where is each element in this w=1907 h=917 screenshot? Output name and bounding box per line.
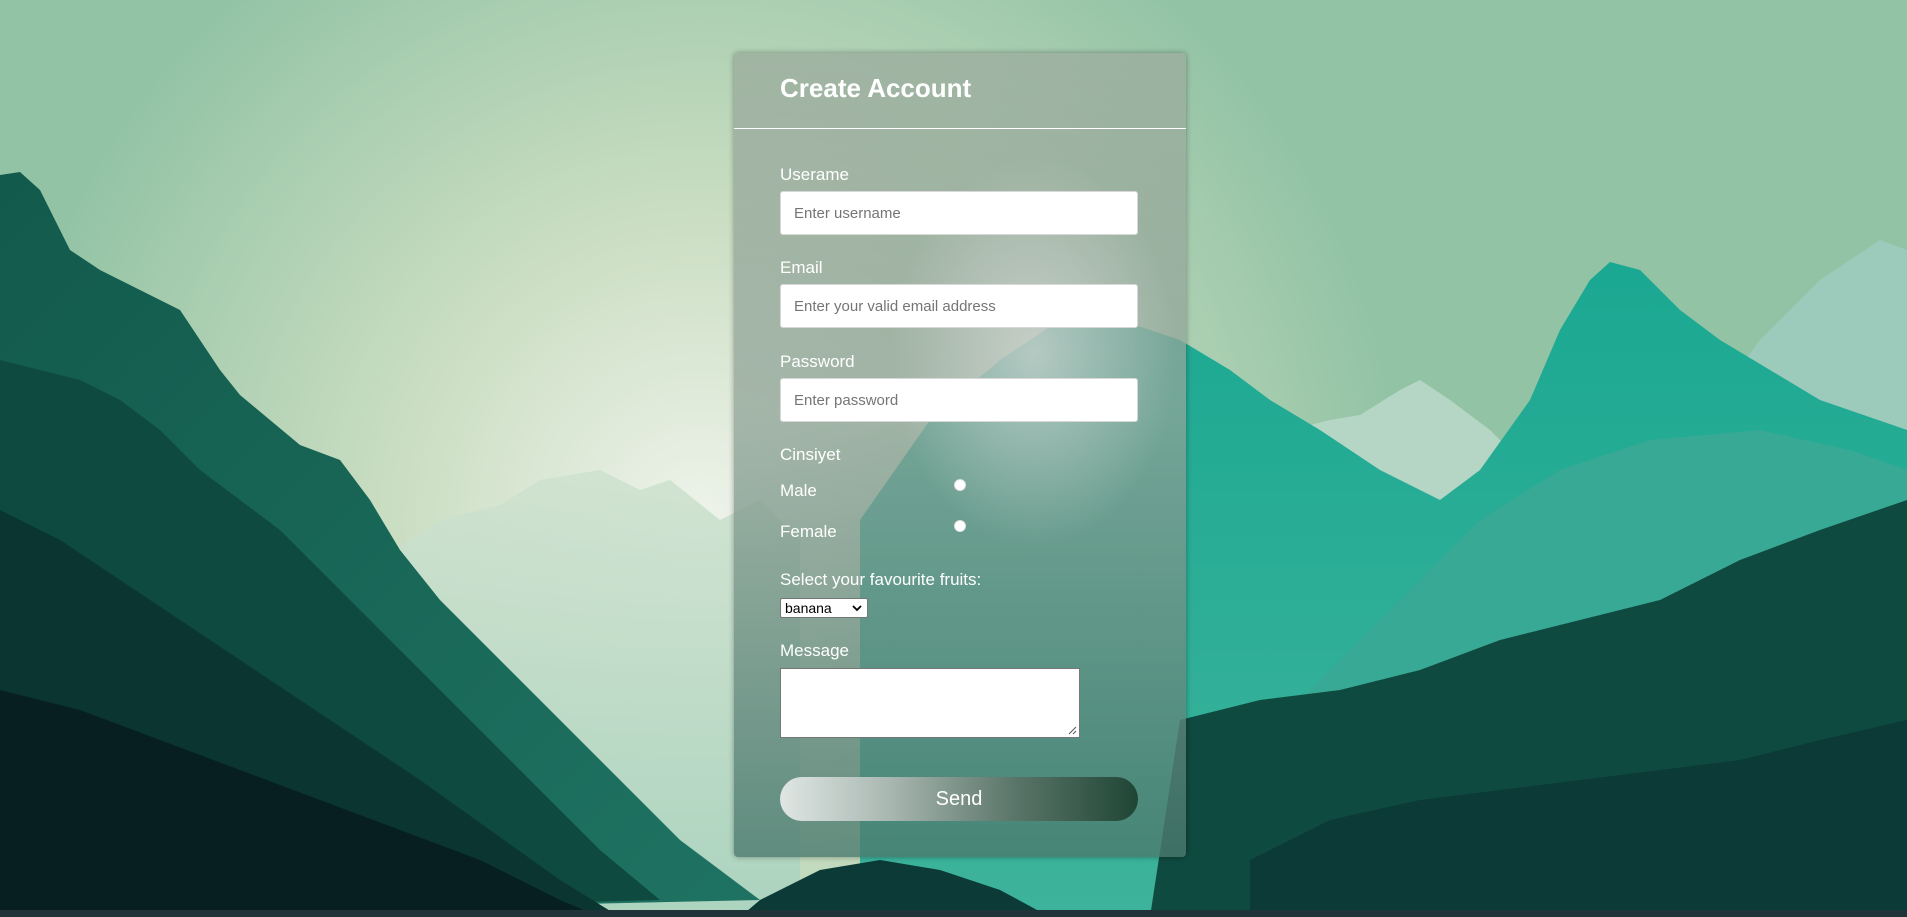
title-divider [734,128,1186,129]
email-label: Email [780,258,823,277]
send-button[interactable]: Send [780,777,1138,821]
username-label: Userame [780,165,849,184]
female-radio[interactable] [954,520,966,532]
resize-grip-icon[interactable] [1068,726,1077,735]
create-account-panel: Create Account Userame Email Password Ci… [734,53,1186,857]
message-textarea[interactable] [780,668,1080,738]
male-radio[interactable] [954,479,966,491]
panel-content: Create Account Userame Email Password Ci… [734,53,1186,857]
male-label: Male [780,481,817,500]
female-label: Female [780,522,837,541]
password-input[interactable] [780,378,1138,422]
email-input[interactable] [780,284,1138,328]
fruits-label: Select your favourite fruits: [780,570,982,589]
fruits-select[interactable]: banana [780,598,868,618]
gender-label: Cinsiyet [780,445,841,464]
username-input[interactable] [780,191,1138,235]
password-label: Password [780,352,855,371]
chevron-down-icon [852,605,862,612]
gender-option-female: Female [780,520,1140,546]
gender-option-male: Male [780,479,1140,505]
page-title: Create Account [780,73,972,103]
fruits-select-value: banana [785,600,832,616]
bottom-strip [0,910,1907,917]
message-label: Message [780,641,849,660]
